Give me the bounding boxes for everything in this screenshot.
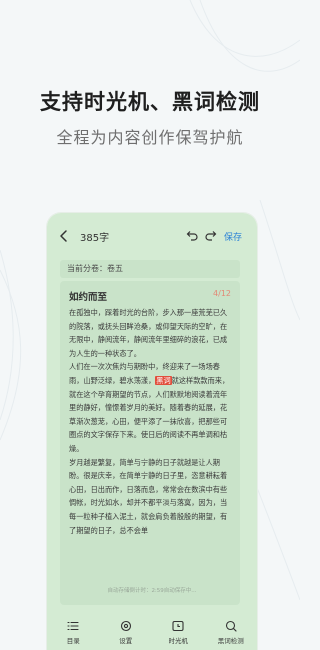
paragraph: 岁月越是繁复，简单与宁静的日子就越是让人期盼。很是庆幸，在简单宁静的日子里，恣意… [69, 457, 228, 535]
editor-screen: 385字 保存 当前分卷：卷五 如约而至 4/12 在孤独中，踩着时光的台阶，步… [47, 213, 257, 650]
volume-label: 当前分卷：卷五 [67, 264, 123, 273]
tab-time-machine[interactable]: 时光机 [158, 615, 198, 645]
volume-selector[interactable]: 当前分卷：卷五 [60, 260, 240, 278]
chapter-body[interactable]: 在孤独中，踩着时光的台阶，步入那一座荒芜已久的院落，或抚头回眸沧桑，或仰望天际的… [69, 306, 232, 537]
paragraph-text: 就这样款款而来，就在这个孕育期望的节点，人们默默地阅读着流年里的静好，憧憬着岁月… [69, 375, 230, 453]
tab-label: 时光机 [168, 637, 189, 645]
paragraph: 人们在一次次焦灼与期盼中，终迎来了一场场春雨，山野泛绿，碧水荡漾，黑词就这样款款… [69, 360, 232, 455]
gear-icon [120, 620, 131, 632]
tab-label: 目录 [66, 637, 80, 645]
tab-label: 设置 [119, 637, 133, 645]
highlighted-word[interactable]: 黑词 [155, 375, 172, 385]
list-icon [67, 621, 79, 631]
tab-settings[interactable]: 设置 [106, 615, 146, 645]
bottom-tabbar: 目录 设置 时光机 黑词检测 [47, 615, 257, 650]
tab-catalog[interactable]: 目录 [53, 615, 93, 645]
time-machine-icon [172, 620, 184, 632]
tab-black-word-check[interactable]: 黑词检测 [211, 615, 251, 645]
undo-icon[interactable] [185, 229, 199, 243]
page-indicator: 4/12 [213, 289, 231, 298]
paragraph: 在孤独中，踩着时光的台阶，步入那一座荒芜已久的院落，或抚头回眸沧桑，或仰望天际的… [69, 308, 228, 358]
promo-headline: 支持时光机、黑词检测 [40, 90, 260, 114]
tab-label: 黑词检测 [217, 637, 244, 645]
autosave-status: 自动存储倒计时：2:59自动保存中... [107, 588, 197, 594]
chapter-editor[interactable]: 如约而至 4/12 在孤独中，踩着时光的台阶，步入那一座荒芜已久的院落，或抚头回… [60, 281, 240, 605]
chapter-title[interactable]: 如约而至 [69, 289, 107, 303]
redo-icon[interactable] [204, 229, 218, 243]
promo-subheadline: 全程为内容创作保驾护航 [56, 128, 244, 147]
search-icon [225, 620, 237, 632]
back-icon[interactable] [57, 228, 71, 244]
word-count: 385字 [80, 233, 110, 244]
phone-frame: 385字 保存 当前分卷：卷五 如约而至 4/12 在孤独中，踩着时光的台阶，步… [47, 213, 257, 650]
save-button[interactable]: 保存 [224, 230, 242, 243]
editor-toolbar: 385字 保存 [47, 227, 257, 247]
